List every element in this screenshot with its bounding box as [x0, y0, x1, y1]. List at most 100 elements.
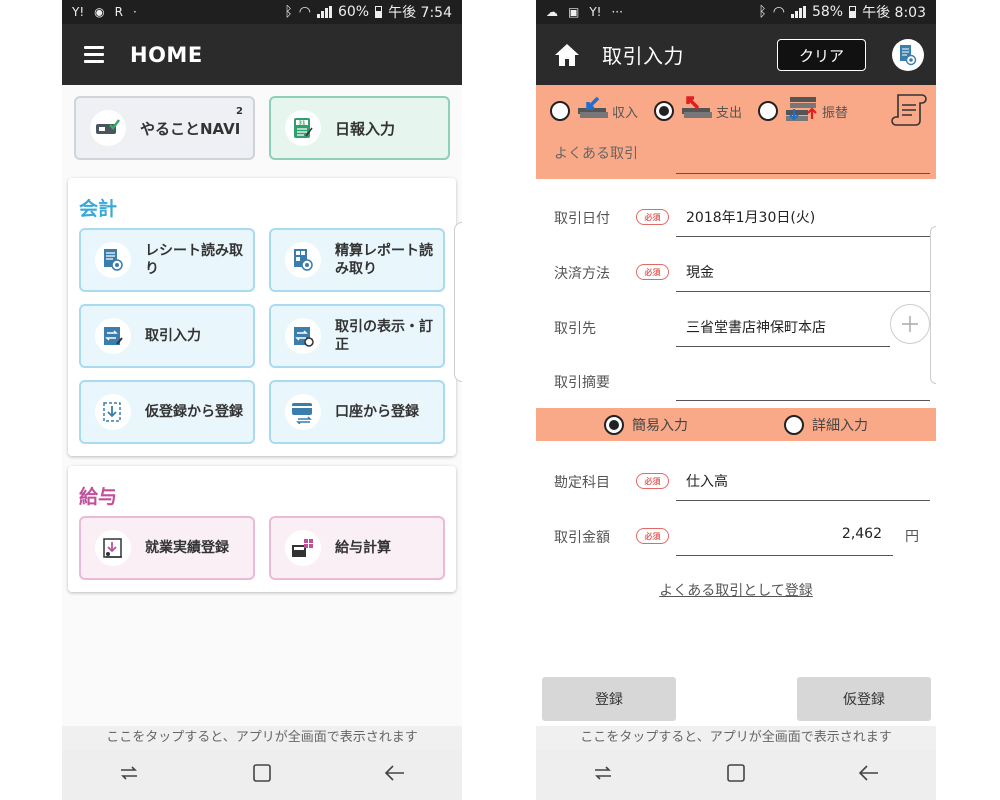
battery-percent: 60% — [337, 4, 370, 20]
transaction-view-button[interactable]: 取引の表示・訂正 — [269, 304, 445, 368]
partner-row: 取引先 三省堂書店神保町本店 — [536, 300, 936, 354]
transaction-entry-button[interactable]: 取引入力 — [79, 304, 255, 368]
image-icon: ▣ — [568, 5, 580, 19]
fullscreen-hint[interactable]: ここをタップすると、アプリが全画面で表示されます — [536, 726, 936, 750]
side-drawer-handle[interactable] — [454, 222, 462, 382]
checklist-icon — [90, 110, 126, 146]
simple-mode-radio[interactable] — [604, 414, 624, 435]
amount-underline — [676, 555, 893, 556]
expense-label: 支出 — [716, 105, 743, 121]
bank-register-button[interactable]: 口座から登録 — [269, 380, 445, 444]
memo-row: 取引摘要 — [536, 354, 936, 408]
cloud-icon: ☁ — [546, 5, 558, 19]
temp-register-button[interactable]: 仮登録 — [797, 677, 931, 721]
add-partner-button[interactable] — [890, 304, 930, 344]
payroll-calc-label: 給与計算 — [335, 539, 391, 556]
payroll-calc-button[interactable]: 給与計算 — [269, 516, 445, 580]
attendance-register-button[interactable]: 就業実績登録 — [79, 516, 255, 580]
plus-icon — [902, 316, 918, 332]
home-square-icon[interactable] — [726, 763, 746, 787]
bluetooth-icon: ᛒ — [284, 4, 293, 20]
recent-apps-icon[interactable] — [118, 765, 140, 785]
memo-underline — [676, 400, 930, 401]
battery-icon — [849, 6, 857, 18]
home-screen: Y! ◉ R · ᛒ ◠ 60% 午後 7:54 HOME やることNAVI 2 — [62, 0, 462, 800]
partner-underline — [676, 346, 890, 347]
bank-card-icon — [285, 394, 321, 430]
temp-register-button[interactable]: 仮登録から登録 — [79, 380, 255, 444]
system-nav-bar — [536, 750, 936, 800]
receipt-scan-label: レシート読み取り — [145, 242, 243, 277]
wifi-icon: ◠ — [298, 4, 311, 20]
signal-icon — [316, 6, 332, 18]
amount-field[interactable]: 2,462 — [842, 526, 882, 542]
receipt-scan-icon[interactable] — [892, 39, 924, 71]
page-title: 取引入力 — [602, 44, 684, 68]
back-arrow-icon[interactable] — [384, 764, 406, 786]
simple-mode-label: 簡易入力 — [632, 417, 688, 434]
date-field[interactable]: 2018年1月30日(火) — [686, 207, 815, 227]
clear-button[interactable]: クリア — [777, 39, 866, 71]
yen-unit: 円 — [905, 529, 919, 545]
daily-report-button[interactable]: 31 日報入力 — [269, 96, 450, 160]
detail-mode-label: 詳細入力 — [812, 417, 868, 434]
account-label: 勘定科目 — [554, 475, 610, 491]
back-arrow-icon[interactable] — [858, 764, 880, 786]
transfer-icon — [784, 95, 818, 127]
register-button[interactable]: 登録 — [542, 677, 676, 721]
todo-navi-button[interactable]: やることNAVI 2 — [74, 96, 255, 160]
payment-label: 決済方法 — [554, 266, 610, 282]
home-icon[interactable] — [554, 42, 580, 68]
amount-row: 取引金額 必須 2,462 円 — [536, 509, 936, 563]
template-scroll-icon[interactable] — [890, 91, 930, 133]
type-expense[interactable]: 支出 — [654, 96, 742, 126]
transfer-label: 振替 — [822, 105, 849, 121]
expense-report-scan-button[interactable]: 精算レポート読み取り — [269, 228, 445, 292]
date-label: 取引日付 — [554, 211, 610, 227]
menu-icon[interactable] — [84, 46, 104, 63]
register-frequent-link[interactable]: よくある取引として登録 — [536, 580, 936, 600]
app-bar: HOME — [62, 24, 462, 85]
bank-register-label: 口座から登録 — [335, 403, 419, 420]
frequent-transaction-underline[interactable] — [676, 173, 930, 174]
mode-detail[interactable]: 詳細入力 — [784, 414, 868, 435]
calendar-icon: 31 — [285, 110, 321, 146]
transaction-view-label: 取引の表示・訂正 — [335, 318, 433, 353]
type-transfer[interactable]: 振替 — [758, 95, 848, 127]
required-badge: 必須 — [636, 209, 669, 225]
wifi-icon: ◠ — [772, 4, 785, 20]
partner-label: 取引先 — [554, 321, 596, 337]
expense-radio[interactable] — [654, 101, 675, 121]
clock: 午後 7:54 — [388, 5, 452, 21]
status-bar: ☁ ▣ Y! ··· ᛒ ◠ 58% 午後 8:03 — [536, 0, 936, 24]
payment-field[interactable]: 現金 — [686, 262, 714, 282]
type-income[interactable]: 収入 — [550, 96, 638, 126]
partner-field[interactable]: 三省堂書店神保町本店 — [686, 317, 826, 337]
page-title: HOME — [130, 42, 203, 67]
account-field[interactable]: 仕入高 — [686, 471, 728, 491]
frequent-transaction-label: よくある取引 — [554, 146, 638, 162]
receipt-camera-icon — [95, 242, 131, 278]
receipt-scan-button[interactable]: レシート読み取り — [79, 228, 255, 292]
mode-simple[interactable]: 簡易入力 — [604, 414, 688, 435]
memo-label: 取引摘要 — [554, 375, 610, 391]
expense-icon — [680, 96, 713, 126]
account-underline — [676, 500, 930, 501]
home-square-icon[interactable] — [252, 763, 272, 787]
recent-apps-icon[interactable] — [592, 765, 614, 785]
income-icon — [576, 96, 608, 126]
battery-icon — [375, 6, 383, 18]
payment-row: 決済方法 必須 現金 — [536, 245, 936, 299]
top-tiles: やることNAVI 2 31 日報入力 — [74, 96, 450, 160]
camera-icon: ◉ — [94, 5, 105, 19]
date-underline — [676, 236, 930, 237]
transfer-radio[interactable] — [758, 101, 779, 121]
transaction-type-band: 収入 支出 振替 よくある取引 — [536, 85, 936, 179]
input-mode-band: 簡易入力 詳細入力 — [536, 408, 936, 441]
expense-report-scan-label: 精算レポート読み取り — [335, 242, 433, 277]
fullscreen-hint[interactable]: ここをタップすると、アプリが全画面で表示されます — [62, 726, 462, 750]
payroll-grid: 就業実績登録 給与計算 — [79, 516, 445, 580]
payroll-calc-icon — [285, 530, 321, 566]
detail-mode-radio[interactable] — [784, 414, 804, 435]
income-radio[interactable] — [550, 101, 570, 121]
